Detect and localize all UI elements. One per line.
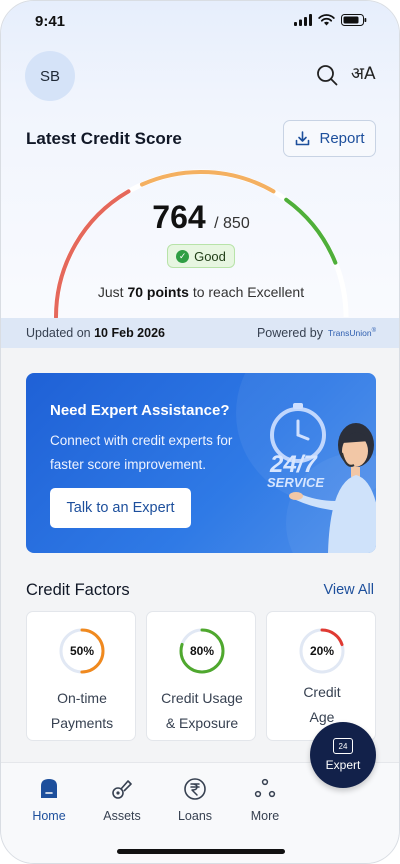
factor-label-line-1: On-time <box>57 690 107 706</box>
art-service: SERVICE <box>267 475 324 490</box>
score-max: / 850 <box>214 215 250 232</box>
rating-badge: ✓ Good <box>167 244 235 268</box>
updated-prefix: Updated on <box>26 326 95 340</box>
banner-title: Need Expert Assistance? <box>50 402 230 419</box>
status-icons <box>294 14 367 26</box>
view-all-link[interactable]: View All <box>323 582 374 598</box>
factor-percent: 50% <box>69 644 95 658</box>
nav-assets-label: Assets <box>103 809 141 823</box>
updated-bar: Updated on 10 Feb 2026 Powered by TransU… <box>1 318 399 348</box>
status-time: 9:41 <box>35 13 66 30</box>
nav-home-label: Home <box>32 809 66 823</box>
powered-by-label: Powered by <box>256 326 323 340</box>
art-24-7: 24/7 <box>269 451 318 478</box>
factor-label-line-2: & Exposure <box>165 715 239 731</box>
nav-loans[interactable]: Loans <box>165 777 225 823</box>
nav-more-label: More <box>250 809 280 823</box>
report-label: Report <box>319 130 365 147</box>
avatar-initials: SB <box>39 67 60 85</box>
wifi-icon <box>318 14 335 26</box>
rating-label: Good <box>194 248 226 264</box>
factor-label-line-1: Credit Usage <box>161 690 243 706</box>
battery-icon <box>341 14 367 26</box>
language-icon[interactable]: अA <box>351 61 377 87</box>
more-icon <box>254 778 276 798</box>
assets-icon <box>112 780 132 799</box>
factor-label-line-2: Payments <box>50 715 114 731</box>
transunion-logo-text: TransUnion <box>327 328 372 338</box>
nav-loans-label: Loans <box>177 809 213 823</box>
signal-icon <box>294 14 312 26</box>
fab-badge: 24 <box>338 741 348 751</box>
factor-card-ontime[interactable]: 50% On-time Payments <box>26 611 136 741</box>
expert-banner[interactable]: Need Expert Assistance? Connect with cre… <box>26 373 376 553</box>
credit-factors-title: Credit Factors <box>26 581 130 599</box>
report-button[interactable]: Report <box>283 120 376 157</box>
expert-fab-button[interactable]: 24 Expert <box>310 722 376 788</box>
nav-more[interactable]: More <box>235 777 295 823</box>
transunion-logo: TransUnion® <box>327 328 376 338</box>
home-icon <box>41 779 57 798</box>
factor-label: On-time Payments <box>27 686 137 736</box>
home-indicator <box>117 849 285 854</box>
factor-card-usage[interactable]: 80% Credit Usage & Exposure <box>146 611 256 741</box>
reach-suffix: to reach Excellent <box>188 284 305 300</box>
updated-text: Updated on 10 Feb 2026 <box>26 326 165 340</box>
factor-label: Credit Usage & Exposure <box>147 686 257 736</box>
score-display: 764 / 850 <box>1 199 399 236</box>
download-icon <box>296 131 310 146</box>
factor-card-age[interactable]: 20% Credit Age <box>266 611 376 741</box>
check-icon: ✓ <box>176 249 190 263</box>
banner-subtitle: Connect with credit experts for faster s… <box>50 433 233 472</box>
credit-score-title: Latest Credit Score <box>26 129 182 148</box>
rupee-icon <box>184 778 206 800</box>
phone-screen: 9:41 SB अA Latest Credit Score Report 76… <box>0 0 400 864</box>
chat-24-icon: 24 <box>333 738 353 754</box>
search-icon[interactable] <box>315 63 339 87</box>
powered-by: Powered by TransUnion® <box>257 326 376 340</box>
factor-label: Credit Age <box>267 680 377 730</box>
support-agent-illustration: 24/7 SERVICE <box>267 403 376 553</box>
avatar[interactable]: SB <box>25 51 75 101</box>
language-glyph: अA <box>351 64 376 84</box>
nav-assets[interactable]: Assets <box>92 777 152 823</box>
expert-fab-label: Expert <box>325 758 361 772</box>
score-value: 764 <box>152 199 206 235</box>
reach-text: Just 70 points to reach Excellent <box>1 284 399 300</box>
reach-prefix: Just <box>97 284 128 300</box>
updated-date: 10 Feb 2026 <box>94 326 165 340</box>
talk-to-expert-button[interactable]: Talk to an Expert <box>50 488 191 528</box>
reach-points: 70 points <box>127 284 189 300</box>
factor-percent: 20% <box>309 644 335 658</box>
nav-home[interactable]: Home <box>19 777 79 823</box>
factor-label-line-1: Credit <box>303 684 341 700</box>
factor-percent: 80% <box>189 644 215 658</box>
